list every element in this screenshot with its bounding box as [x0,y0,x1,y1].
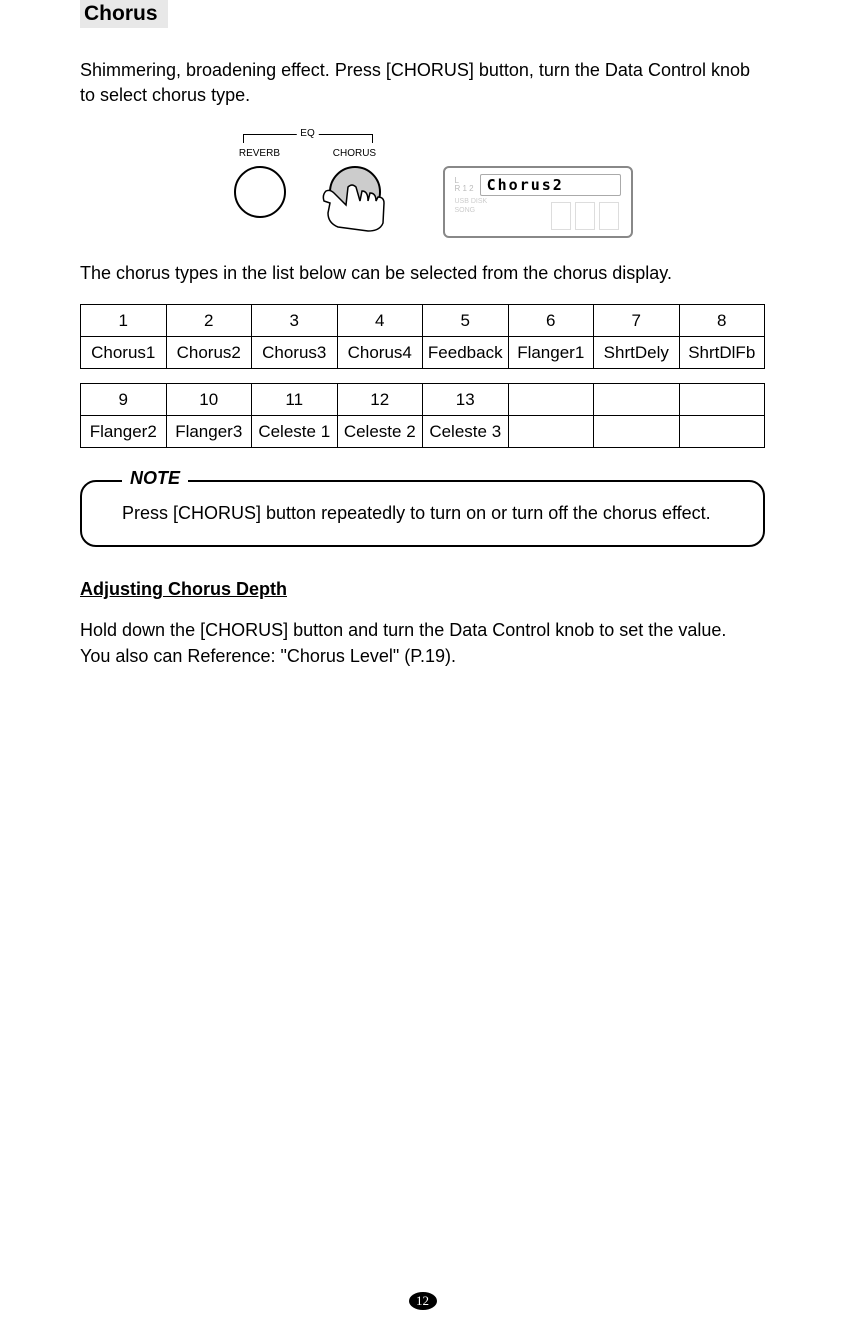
digit-placeholder [551,202,571,230]
body-paragraph-2: You also can Reference: "Chorus Level" (… [80,644,765,669]
table-cell: Chorus4 [337,337,423,369]
table-cell: Celeste 2 [337,416,423,448]
table-cell [508,384,594,416]
table-cell: 10 [166,384,252,416]
table-cell [508,416,594,448]
page-number-value: 12 [409,1292,437,1310]
list-intro: The chorus types in the list below can b… [80,263,765,284]
note-text: Press [CHORUS] button repeatedly to turn… [122,500,733,527]
intro-paragraph: Shimmering, broadening effect. Press [CH… [80,58,765,108]
table-cell: ShrtDlFb [679,337,765,369]
eq-label: EQ [296,128,318,139]
buttons-diagram: EQ REVERB CHORUS [213,128,403,238]
table-cell: Celeste 3 [423,416,509,448]
table-cell [594,416,680,448]
lcd-display: L R 1 2 Chorus2 USB DISK SONG [443,166,633,238]
chorus-label: CHORUS [333,148,376,159]
table-cell: 4 [337,305,423,337]
digit-placeholder [575,202,595,230]
table-cell: 5 [423,305,509,337]
display-screen-text: Chorus2 [480,174,621,196]
table-cell: Flanger2 [81,416,167,448]
subheading-adjusting-chorus-depth: Adjusting Chorus Depth [80,579,765,600]
table-cell: Flanger1 [508,337,594,369]
table-cell [679,384,765,416]
chorus-types-table-1: 1 2 3 4 5 6 7 8 Chorus1 Chorus2 Chorus3 … [80,304,765,369]
body-paragraph-1: Hold down the [CHORUS] button and turn t… [80,618,765,643]
table-cell: Chorus3 [252,337,338,369]
table-cell: 2 [166,305,252,337]
digit-placeholder [599,202,619,230]
table-cell: Celeste 1 [252,416,338,448]
table-cell: 1 [81,305,167,337]
page-number: 12 [409,1292,437,1310]
table-row: 9 10 11 12 13 [81,384,765,416]
table-cell [594,384,680,416]
table-cell: Chorus1 [81,337,167,369]
table-cell: 11 [252,384,338,416]
hand-icon [318,183,388,233]
table-cell: Chorus2 [166,337,252,369]
note-label: NOTE [122,468,188,489]
diagram-row: EQ REVERB CHORUS L R 1 2 Chorus2 USB DIS… [80,128,765,238]
table-cell: 12 [337,384,423,416]
table-cell: 6 [508,305,594,337]
table-cell: Feedback [423,337,509,369]
table-cell: 3 [252,305,338,337]
table-cell: 8 [679,305,765,337]
table-cell: 13 [423,384,509,416]
table-cell [679,416,765,448]
reverb-knob [234,166,286,218]
display-side-r: R 1 2 [455,185,474,193]
display-digits [551,202,619,230]
reverb-label: REVERB [239,148,280,159]
table-cell: Flanger3 [166,416,252,448]
section-title: Chorus [80,0,168,28]
note-box: NOTE Press [CHORUS] button repeatedly to… [80,480,765,547]
table-cell: ShrtDely [594,337,680,369]
table-cell: 9 [81,384,167,416]
chorus-types-table-2: 9 10 11 12 13 Flanger2 Flanger3 Celeste … [80,383,765,448]
table-row: Chorus1 Chorus2 Chorus3 Chorus4 Feedback… [81,337,765,369]
table-row: Flanger2 Flanger3 Celeste 1 Celeste 2 Ce… [81,416,765,448]
table-row: 1 2 3 4 5 6 7 8 [81,305,765,337]
table-cell: 7 [594,305,680,337]
